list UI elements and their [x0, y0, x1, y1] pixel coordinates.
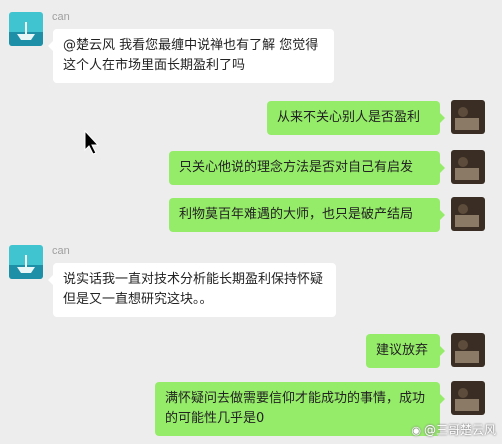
message-bubble[interactable]: 利物莫百年难遇的大师，也只是破产结局 [169, 198, 445, 232]
dark-photo-avatar-icon [451, 333, 485, 367]
user-avatar[interactable] [451, 100, 485, 134]
message-bubble[interactable]: 从来不关心别人是否盈利 [267, 101, 445, 135]
dark-photo-avatar-icon [451, 100, 485, 134]
contact-avatar[interactable] [9, 245, 43, 279]
message-bubble[interactable]: @楚云风 我看您最缠中说禅也有了解 您觉得这个人在市场里面长期盈利了吗 [48, 29, 334, 83]
message-bubble[interactable]: 说实话我一直对技术分析能长期盈利保持怀疑 但是又一直想研究这块。。 [48, 263, 336, 317]
user-avatar[interactable] [451, 333, 485, 367]
contact-avatar[interactable] [9, 12, 43, 46]
sea-boat-avatar-icon [9, 12, 43, 46]
user-avatar[interactable] [451, 197, 485, 231]
sea-boat-avatar-icon [9, 245, 43, 279]
message-bubble[interactable]: 满怀疑问去做需要信仰才能成功的事情，成功的可能性几乎是0 [155, 382, 445, 436]
mouse-cursor-icon [84, 130, 100, 155]
sender-name: can [52, 245, 70, 257]
user-avatar[interactable] [451, 381, 485, 415]
dark-photo-avatar-icon [451, 197, 485, 231]
dark-photo-avatar-icon [451, 381, 485, 415]
message-bubble[interactable]: 建议放弃 [366, 334, 445, 368]
message-bubble[interactable]: 只关心他说的理念方法是否对自己有启发 [169, 151, 445, 185]
watermark-text: @三哥楚云风 [423, 423, 496, 437]
sender-name: can [52, 11, 70, 23]
dark-photo-avatar-icon [451, 150, 485, 184]
watermark: ◉ @三哥楚云风 [411, 421, 496, 438]
user-avatar[interactable] [451, 150, 485, 184]
weibo-logo-icon: ◉ [411, 424, 421, 437]
